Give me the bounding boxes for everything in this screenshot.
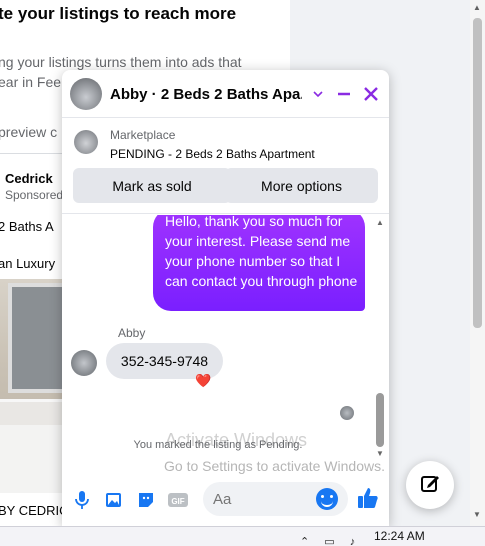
- promo-preview-link[interactable]: preview c: [0, 124, 57, 140]
- listing-banner: Marketplace PENDING - 2 Beds 2 Baths Apa…: [62, 119, 389, 214]
- network-icon[interactable]: ▭: [324, 536, 340, 546]
- thumbs-up-icon[interactable]: [356, 486, 382, 512]
- emoji-icon[interactable]: [316, 488, 338, 510]
- mark-as-sold-button[interactable]: Mark as sold: [73, 168, 231, 203]
- listing-thumbnail[interactable]: [74, 130, 98, 154]
- sticker-icon[interactable]: [134, 488, 158, 512]
- messages-scroll-thumb[interactable]: [376, 393, 384, 447]
- edit-icon: [420, 473, 440, 498]
- seen-avatar: [340, 406, 354, 420]
- scroll-down-arrow-icon[interactable]: ▼: [473, 510, 481, 519]
- page-scrollbar[interactable]: ▲ ▼: [470, 0, 485, 526]
- more-options-button[interactable]: More options: [225, 168, 378, 203]
- promo-body-line-1: ng your listings turns them into ads tha…: [0, 54, 242, 70]
- listing-status[interactable]: PENDING - 2 Beds 2 Baths Apartment: [110, 147, 315, 161]
- tray-icons[interactable]: ⌃ ▭ ♪: [300, 535, 361, 546]
- message-composer: GIF: [62, 474, 389, 526]
- microphone-icon[interactable]: [70, 488, 94, 512]
- chat-header[interactable]: Abby · 2 Beds 2 Baths Apa...: [62, 70, 389, 118]
- page-scroll-thumb[interactable]: [473, 18, 482, 328]
- scroll-down-arrow-icon[interactable]: ▼: [376, 449, 384, 458]
- listing-source-label: Marketplace: [110, 128, 176, 142]
- taskbar: ⌃ ▭ ♪ 12:24 AM: [0, 526, 485, 546]
- scroll-up-arrow-icon[interactable]: ▲: [376, 218, 384, 227]
- outgoing-message[interactable]: Hello, thank you so much for your intere…: [153, 215, 365, 311]
- ad-title: 2 Baths A: [0, 219, 54, 234]
- heart-reaction-icon[interactable]: ❤️: [195, 373, 211, 389]
- chat-title[interactable]: Abby · 2 Beds 2 Baths Apa...: [110, 86, 302, 103]
- close-icon[interactable]: [359, 82, 383, 106]
- activation-watermark-title: Activate Windows: [165, 430, 308, 450]
- ad-author-name[interactable]: Cedrick: [5, 171, 53, 186]
- chevron-down-icon[interactable]: [306, 82, 330, 106]
- volume-icon[interactable]: ♪: [350, 536, 362, 546]
- svg-text:GIF: GIF: [171, 497, 184, 506]
- outgoing-message-text: Hello, thank you so much for your intere…: [165, 215, 358, 289]
- ad-subtitle: an Luxury: [0, 256, 56, 271]
- ad-sponsored-label: Sponsored: [5, 188, 64, 202]
- avatar[interactable]: [70, 78, 102, 110]
- avatar[interactable]: [71, 350, 97, 376]
- minimize-icon[interactable]: [332, 82, 356, 106]
- ad-footer: BY CEDRIC: [0, 503, 69, 518]
- promo-title: te your listings to reach more: [0, 4, 237, 23]
- clock[interactable]: 12:24 AM: [374, 529, 425, 543]
- scroll-up-arrow-icon[interactable]: ▲: [473, 3, 481, 12]
- photo-icon[interactable]: [102, 488, 126, 512]
- messages-scrollbar[interactable]: ▲ ▼: [374, 215, 386, 473]
- gif-icon[interactable]: GIF: [166, 488, 190, 512]
- new-message-button[interactable]: [406, 461, 454, 509]
- chevron-up-icon[interactable]: ⌃: [300, 536, 315, 546]
- sender-name: Abby: [118, 326, 146, 340]
- activation-watermark-text: Go to Settings to activate Windows.: [164, 458, 385, 474]
